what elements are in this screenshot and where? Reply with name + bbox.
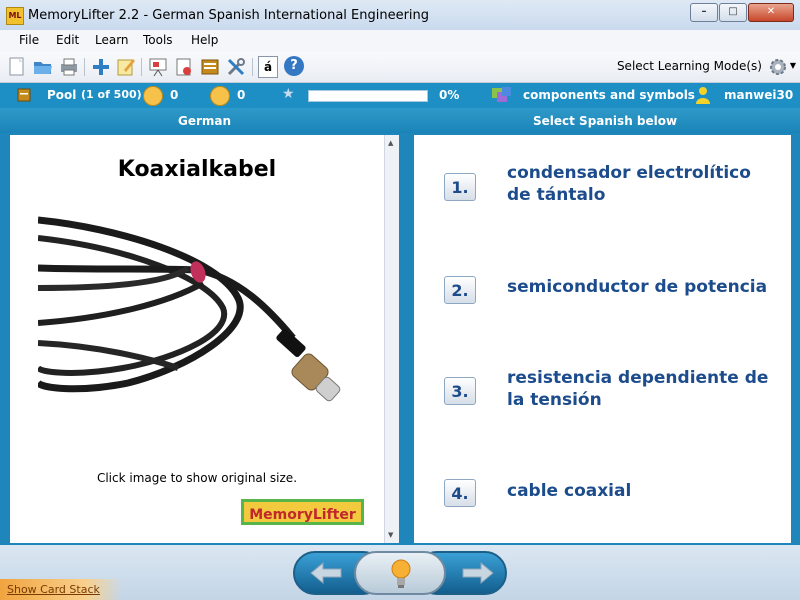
menu-learn[interactable]: Learn [95, 33, 129, 47]
user-icon [696, 87, 710, 104]
menu-tools[interactable]: Tools [143, 33, 173, 47]
close-button[interactable]: ✕ [748, 3, 794, 22]
maximize-button[interactable]: □ [719, 3, 747, 22]
answer-option-3[interactable]: resistencia dependiente de la tensión [507, 367, 777, 411]
smiley-happy-icon [143, 86, 163, 106]
show-card-stack-link[interactable]: Show Card Stack [7, 583, 100, 596]
question-language-header: German [178, 114, 232, 128]
gear-icon[interactable] [768, 57, 788, 77]
hint-button[interactable] [354, 551, 446, 595]
pool-count: (1 of 500) [81, 88, 142, 101]
answer-language-header: Select Spanish below [533, 114, 678, 128]
answer-option-2[interactable]: semiconductor de potencia [507, 276, 777, 298]
print-icon[interactable] [58, 56, 80, 78]
chapters-icon[interactable] [491, 86, 513, 104]
coaxial-cable-image[interactable] [38, 208, 358, 418]
user-name: manwei30 [724, 88, 794, 102]
question-word: Koaxialkabel [117, 157, 277, 182]
menu-help[interactable]: Help [191, 33, 218, 47]
chevron-down-icon[interactable]: ▼ [790, 61, 796, 70]
smiley-sad-icon [210, 86, 230, 106]
add-card-icon[interactable] [90, 56, 112, 78]
special-chars-icon[interactable]: á [258, 56, 278, 78]
menu-file[interactable]: File [19, 33, 39, 47]
scroll-down-icon[interactable]: ▼ [388, 531, 393, 539]
menu-bar: File Edit Learn Tools Help [0, 30, 800, 52]
learning-mode-label[interactable]: Select Learning Mode(s) [617, 59, 762, 73]
tools-icon[interactable] [225, 56, 247, 78]
answer-button-4[interactable]: 4. [444, 479, 476, 507]
progress-text: 0% [439, 88, 460, 102]
show-card-stack-tab[interactable]: Show Card Stack [0, 579, 122, 600]
memorylifter-logo: MemoryLifter [241, 499, 364, 525]
question-scrollbar[interactable]: ▲ ▼ [384, 135, 399, 543]
window-title: MemoryLifter 2.2 - German Spanish Intern… [28, 8, 430, 23]
toolbar: á ? Select Learning Mode(s) ▼ [0, 52, 800, 83]
card-stack-icon [17, 88, 31, 102]
arrow-left-icon [310, 562, 342, 584]
presentation-icon[interactable] [147, 56, 169, 78]
open-icon[interactable] [32, 56, 54, 78]
new-icon[interactable] [6, 56, 28, 78]
chapter-label[interactable]: components and symbols [523, 88, 695, 102]
minimize-button[interactable]: – [690, 3, 718, 22]
progress-bar [308, 90, 428, 102]
help-icon[interactable]: ? [284, 56, 304, 76]
right-count: 0 [170, 88, 179, 102]
status-bar: Pool (1 of 500) 0 0 ★ 0% components and … [0, 83, 800, 108]
print-cards-icon[interactable] [173, 56, 195, 78]
scroll-up-icon[interactable]: ▲ [388, 139, 393, 147]
answer-button-1[interactable]: 1. [444, 173, 476, 201]
lightbulb-icon [391, 559, 411, 588]
pool-label: Pool [47, 88, 77, 102]
menu-edit[interactable]: Edit [56, 33, 79, 47]
card-stack-icon[interactable] [199, 56, 221, 78]
answer-button-3[interactable]: 3. [444, 377, 476, 405]
arrow-right-icon [462, 562, 494, 584]
edit-card-icon[interactable] [115, 56, 137, 78]
star-icon: ★ [282, 86, 295, 102]
answer-button-2[interactable]: 2. [444, 276, 476, 304]
app-logo-icon: ML [6, 7, 24, 25]
wrong-count: 0 [237, 88, 246, 102]
title-bar: ML MemoryLifter 2.2 - German Spanish Int… [0, 0, 800, 31]
answer-option-1[interactable]: condensador electrolítico de tántalo [507, 162, 777, 206]
column-headers: German Select Spanish below [0, 108, 800, 133]
image-hint: Click image to show original size. [96, 471, 298, 485]
answer-option-4[interactable]: cable coaxial [507, 480, 777, 502]
